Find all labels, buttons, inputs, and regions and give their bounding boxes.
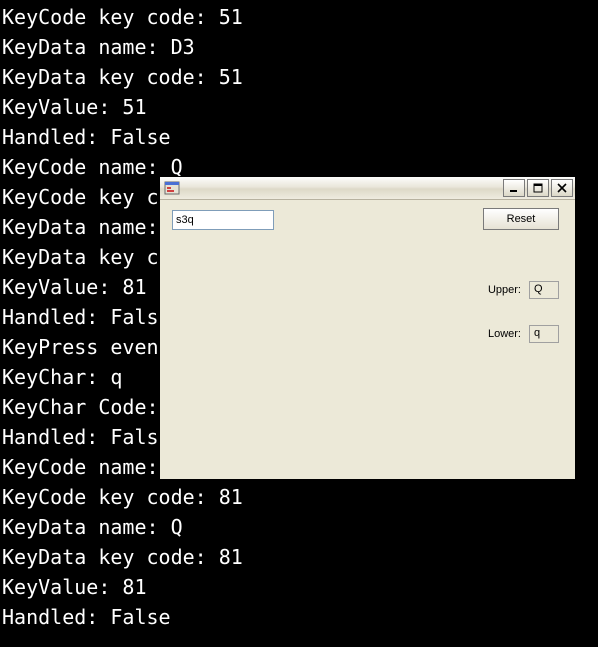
reset-button[interactable]: Reset <box>483 208 559 230</box>
console-line: Handled: False <box>2 122 598 152</box>
console-line: KeyData key code: 51 <box>2 62 598 92</box>
maximize-button[interactable] <box>527 179 549 197</box>
close-button[interactable] <box>551 179 573 197</box>
console-line: KeyData name: Q <box>2 512 598 542</box>
client-area: Reset Upper: Lower: Q q <box>160 200 575 479</box>
lower-label: Lower: <box>488 328 521 340</box>
console-line: KeyData key code: 81 <box>2 542 598 572</box>
titlebar[interactable] <box>160 177 575 200</box>
upper-label: Upper: <box>488 284 521 296</box>
minimize-button[interactable] <box>503 179 525 197</box>
console-line: Handled: False <box>2 602 598 632</box>
console-line: KeyData name: D3 <box>2 32 598 62</box>
console-line: KeyValue: 81 <box>2 572 598 602</box>
console-line: KeyValue: 51 <box>2 92 598 122</box>
lower-value-box: q <box>529 325 559 343</box>
console-line: KeyCode key code: 51 <box>2 2 598 32</box>
upper-value-box: Q <box>529 281 559 299</box>
app-icon <box>164 180 180 196</box>
app-window: Reset Upper: Lower: Q q <box>159 176 576 480</box>
console-line: KeyCode key code: 81 <box>2 482 598 512</box>
text-input[interactable] <box>172 210 274 230</box>
